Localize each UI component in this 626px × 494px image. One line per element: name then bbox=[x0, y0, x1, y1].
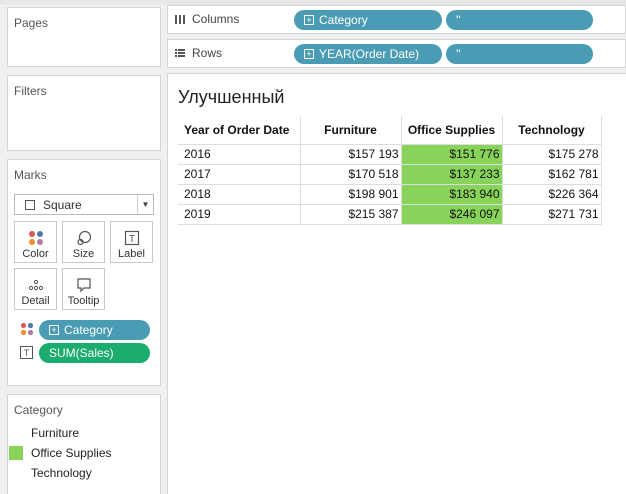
legend-swatch bbox=[9, 466, 23, 480]
columns-shelf[interactable]: Columns + Category '' bbox=[167, 5, 626, 34]
columns-pill-placeholder[interactable]: '' bbox=[446, 10, 593, 30]
color-button[interactable]: Color bbox=[14, 221, 57, 263]
cell-year[interactable]: 2017 bbox=[178, 163, 301, 184]
table-header-row: Year of Order Date Furniture Office Supp… bbox=[178, 116, 602, 144]
detail-button[interactable]: Detail bbox=[14, 268, 57, 310]
cell-furniture[interactable]: $170 518 bbox=[300, 163, 402, 184]
label-text-icon: T bbox=[111, 222, 152, 246]
color-encoding-icon bbox=[20, 322, 34, 339]
expand-plus-icon: + bbox=[49, 325, 59, 335]
marks-field-category-pill[interactable]: + Category bbox=[39, 320, 150, 340]
legend-title: Category bbox=[14, 403, 63, 417]
rows-icon bbox=[175, 49, 185, 57]
header-furniture[interactable]: Furniture bbox=[300, 116, 402, 144]
filters-card-title: Filters bbox=[14, 84, 47, 98]
svg-text:T: T bbox=[24, 348, 30, 358]
chevron-down-icon[interactable]: ▼ bbox=[137, 195, 153, 214]
columns-pill-placeholder-label: '' bbox=[456, 13, 461, 27]
cell-technology[interactable]: $175 278 bbox=[502, 143, 602, 164]
expand-plus-icon: + bbox=[304, 15, 314, 25]
columns-pill-category[interactable]: + Category bbox=[294, 10, 442, 30]
columns-pill-category-label: Category bbox=[319, 13, 368, 27]
tooltip-bubble-icon bbox=[63, 269, 104, 293]
color-button-label: Color bbox=[22, 248, 49, 260]
cell-year[interactable]: 2016 bbox=[178, 143, 301, 164]
detail-dots-icon bbox=[15, 269, 56, 293]
pages-card-title: Pages bbox=[14, 16, 49, 30]
size-icon bbox=[63, 222, 104, 246]
worksheet-view: Улучшенный Year of Order Date Furniture … bbox=[167, 73, 626, 494]
label-button[interactable]: T Label bbox=[110, 221, 153, 263]
cell-furniture[interactable]: $215 387 bbox=[300, 203, 402, 225]
marks-field-sum-sales-label: SUM(Sales) bbox=[49, 346, 114, 360]
cell-technology[interactable]: $162 781 bbox=[502, 163, 602, 184]
worksheet-title: Улучшенный bbox=[178, 87, 285, 107]
legend-item-label: Furniture bbox=[31, 426, 80, 440]
table-row: 2017 $170 518 $137 233 $162 781 bbox=[178, 163, 602, 184]
cell-office-supplies[interactable]: $246 097 bbox=[401, 203, 503, 225]
cell-year[interactable]: 2018 bbox=[178, 183, 301, 204]
marks-card-title: Marks bbox=[14, 168, 47, 182]
rows-pill-placeholder[interactable]: '' bbox=[446, 44, 593, 64]
columns-shelf-header: Columns bbox=[174, 12, 239, 26]
columns-shelf-label: Columns bbox=[192, 12, 240, 26]
columns-icon bbox=[175, 15, 185, 24]
svg-text:T: T bbox=[128, 234, 134, 245]
cell-year[interactable]: 2019 bbox=[178, 203, 301, 225]
tooltip-button-label: Tooltip bbox=[67, 295, 100, 307]
cell-office-supplies[interactable]: $137 233 bbox=[401, 163, 503, 184]
label-button-label: Label bbox=[118, 248, 145, 260]
detail-button-label: Detail bbox=[21, 295, 50, 307]
expand-plus-icon: + bbox=[304, 49, 314, 59]
cell-technology[interactable]: $226 364 bbox=[502, 183, 602, 204]
legend-swatch bbox=[9, 446, 23, 460]
rows-shelf-label: Rows bbox=[192, 46, 223, 60]
table-row: 2016 $157 193 $151 776 $175 278 bbox=[178, 143, 602, 164]
marks-field-category-label: Category bbox=[64, 323, 113, 337]
legend-swatch bbox=[9, 426, 23, 440]
legend-item-office-supplies[interactable]: Office Supplies bbox=[9, 444, 112, 462]
cell-office-supplies[interactable]: $183 940 bbox=[401, 183, 503, 204]
label-encoding-icon: T bbox=[20, 346, 33, 362]
cell-furniture[interactable]: $157 193 bbox=[300, 143, 402, 164]
size-button-label: Size bbox=[72, 248, 95, 260]
legend-item-technology[interactable]: Technology bbox=[9, 464, 92, 482]
rows-shelf-header: Rows bbox=[174, 46, 222, 60]
header-year-of-order-date[interactable]: Year of Order Date bbox=[178, 116, 301, 144]
cell-technology[interactable]: $271 731 bbox=[502, 203, 602, 225]
marks-field-sum-sales-pill[interactable]: SUM(Sales) bbox=[39, 343, 150, 363]
cell-office-supplies[interactable]: $151 776 bbox=[401, 143, 503, 164]
header-office-supplies[interactable]: Office Supplies bbox=[401, 116, 503, 144]
legend-item-furniture[interactable]: Furniture bbox=[9, 424, 79, 442]
table-row: 2018 $198 901 $183 940 $226 364 bbox=[178, 183, 602, 204]
mark-type-value: Square bbox=[43, 197, 82, 212]
legend-item-label: Technology bbox=[31, 466, 92, 480]
square-mark-icon bbox=[25, 199, 35, 210]
header-technology[interactable]: Technology bbox=[502, 116, 602, 144]
rows-pill-placeholder-label: '' bbox=[456, 47, 461, 61]
legend-item-label: Office Supplies bbox=[31, 446, 112, 460]
rows-pill-year-label: YEAR(Order Date) bbox=[319, 47, 420, 61]
size-button[interactable]: Size bbox=[62, 221, 105, 263]
cell-furniture[interactable]: $198 901 bbox=[300, 183, 402, 204]
color-palette-icon bbox=[15, 222, 56, 246]
tooltip-button[interactable]: Tooltip bbox=[62, 268, 105, 310]
rows-shelf[interactable]: Rows + YEAR(Order Date) '' bbox=[167, 39, 626, 68]
filters-card[interactable]: Filters bbox=[7, 75, 161, 151]
table-row: 2019 $215 387 $246 097 $271 731 bbox=[178, 203, 602, 225]
mark-type-dropdown[interactable]: Square ▼ bbox=[14, 194, 154, 215]
rows-pill-year-order-date[interactable]: + YEAR(Order Date) bbox=[294, 44, 442, 64]
pages-card[interactable]: Pages bbox=[7, 7, 161, 67]
crosstab-table: Year of Order Date Furniture Office Supp… bbox=[178, 116, 602, 225]
